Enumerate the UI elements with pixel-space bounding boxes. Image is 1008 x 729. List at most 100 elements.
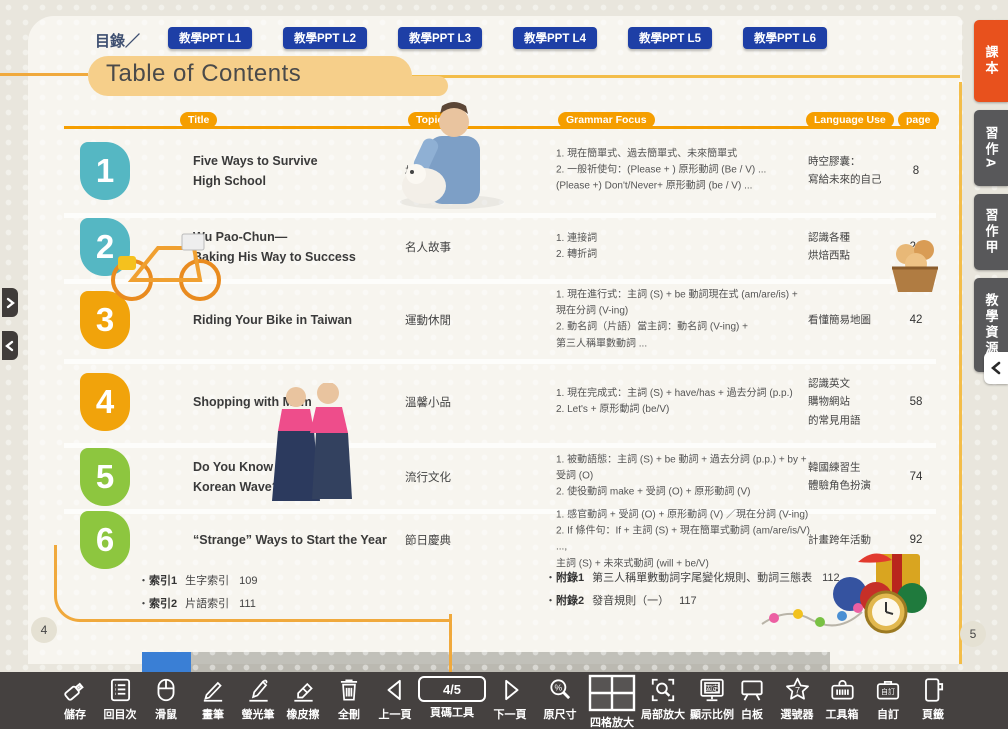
custom-box-icon: 自訂 bbox=[874, 676, 902, 704]
ebook-reader: Table of Contents 目錄／ 教學PPT L1 教學PPT L2 … bbox=[0, 0, 1008, 729]
sidebar-tab-textbook[interactable]: 課本 bbox=[974, 20, 1008, 102]
whiteboard-button[interactable]: 白板 bbox=[738, 676, 766, 722]
appendix-label: 附錄2 bbox=[556, 595, 584, 607]
display-ratio-button[interactable]: 固定 顯示比例 bbox=[690, 676, 734, 722]
unit-row-5[interactable]: 5 Do You Know About the Korean Wave? 流行文… bbox=[28, 446, 962, 508]
fixed-ratio-monitor-icon: 固定 bbox=[698, 676, 726, 704]
triangle-left-icon bbox=[381, 676, 409, 704]
delete-all-button[interactable]: 全刪 bbox=[335, 676, 363, 722]
toolbox-icon bbox=[828, 676, 856, 704]
unit-row-3[interactable]: 3 Riding Your Bike in Taiwan 運動休閒 1. 現在進… bbox=[28, 282, 962, 358]
unit-title: Five Ways to Survive High School bbox=[193, 151, 398, 191]
chevron-left-icon bbox=[5, 340, 15, 352]
column-header-page: page bbox=[898, 112, 939, 128]
column-header-language-use: Language Use bbox=[806, 112, 894, 128]
unit-title: Shopping with Mom bbox=[193, 392, 398, 412]
zoom-percent-icon: % bbox=[546, 676, 574, 704]
right-page-number: 5 bbox=[960, 621, 986, 647]
unit-number-badge: 3 bbox=[80, 291, 130, 349]
column-header-title: Title bbox=[180, 112, 217, 128]
pencil-icon bbox=[199, 676, 227, 704]
pen-tool-button[interactable]: 畫筆 bbox=[199, 676, 227, 722]
highlighter-icon bbox=[244, 676, 272, 704]
expand-right-arrow-button[interactable] bbox=[2, 288, 18, 317]
custom-button[interactable]: 自訂 自訂 bbox=[874, 676, 902, 722]
unit-number-badge: 5 bbox=[80, 448, 130, 506]
unit-language-use: 時空膠囊： 寫給未來的自己 bbox=[808, 153, 904, 190]
left-page-number: 4 bbox=[31, 617, 57, 643]
toolbox-button[interactable]: 工具箱 bbox=[826, 676, 859, 722]
unit-language-use: 韓國練習生 體驗角色扮演 bbox=[808, 459, 904, 496]
page-tab-button[interactable]: 頁籤 bbox=[919, 676, 947, 722]
ppt-button-l1[interactable]: 教學PPT L1 bbox=[168, 27, 252, 49]
unit-topic: 溫馨小品 bbox=[405, 394, 525, 410]
appendix-page: 117 bbox=[679, 595, 697, 607]
column-header-grammar: Grammar Focus bbox=[558, 112, 655, 128]
unit-topic: 流行文化 bbox=[405, 469, 525, 485]
save-button[interactable]: 儲存 bbox=[61, 676, 89, 722]
triangle-right-icon bbox=[496, 676, 524, 704]
page-frame-corner bbox=[54, 545, 452, 622]
sidebar-collapse-button[interactable] bbox=[984, 352, 1008, 384]
highlighter-tool-button[interactable]: 螢光筆 bbox=[242, 676, 275, 722]
unit-topic: 運動休閒 bbox=[405, 312, 525, 328]
svg-text:固定: 固定 bbox=[705, 684, 719, 693]
appendix-page: 112 bbox=[822, 572, 840, 584]
ppt-button-l6[interactable]: 教學PPT L6 bbox=[743, 27, 827, 49]
appendix-label: 附錄1 bbox=[556, 572, 584, 584]
toc-breadcrumb: 目錄／ bbox=[95, 30, 140, 51]
svg-text:%: % bbox=[554, 682, 562, 692]
table-of-contents-icon bbox=[106, 676, 134, 704]
eraser-tool-button[interactable]: 橡皮擦 bbox=[287, 676, 320, 722]
page-indicator[interactable]: 4/5 bbox=[418, 676, 486, 702]
unit-title: Wu Pao-Chun— Baking His Way to Success bbox=[193, 227, 398, 267]
unit-grammar-focus: 1. 現在簡單式、過去簡單式、未來簡單式 2. 一般祈使句：(Please + … bbox=[556, 147, 818, 196]
unit-page-number: 74 bbox=[896, 471, 936, 483]
four-pane-grid-icon bbox=[588, 674, 636, 712]
unit-page-number: 42 bbox=[896, 314, 936, 326]
eraser-icon bbox=[289, 676, 317, 704]
sidebar-tab-workbook-a[interactable]: 習作A bbox=[974, 110, 1008, 186]
number-picker-button[interactable]: 7 選號器 bbox=[781, 676, 814, 722]
unit-language-use: 看懂簡易地圖 bbox=[808, 311, 904, 329]
collapse-left-arrow-button[interactable] bbox=[2, 331, 18, 360]
unit-grammar-focus: 1. 感官動詞 + 受詞 (O) + 原形動詞 (V) ／現在分詞 (V-ing… bbox=[556, 508, 818, 573]
ppt-button-l5[interactable]: 教學PPT L5 bbox=[628, 27, 712, 49]
unit-page-number: 8 bbox=[896, 165, 936, 177]
unit-language-use: 計畫跨年活動 bbox=[808, 531, 904, 549]
unit-language-use: 認識各種 烘焙西點 bbox=[808, 229, 904, 266]
usb-drive-icon bbox=[61, 676, 89, 704]
page-title: Table of Contents bbox=[106, 60, 301, 88]
unit-number-badge: 1 bbox=[80, 142, 130, 200]
page-number-tool[interactable]: 4/5 頁碼工具 bbox=[418, 676, 486, 720]
svg-text:自訂: 自訂 bbox=[881, 687, 895, 696]
next-page-button[interactable]: 下一頁 bbox=[494, 676, 527, 722]
ppt-button-l4[interactable]: 教學PPT L4 bbox=[513, 27, 597, 49]
partial-zoom-button[interactable]: 局部放大 bbox=[641, 676, 685, 722]
appendix-note-1: ・附錄1第三人稱單數動詞字尾變化規則、動詞三態表112 bbox=[545, 569, 840, 585]
appendix-text: 發音規則（一） bbox=[592, 595, 669, 607]
appendix-note-2: ・附錄2 發音規則（一） 117 bbox=[545, 592, 697, 608]
previous-page-button[interactable]: 上一頁 bbox=[379, 676, 412, 722]
bottom-toolbar: 儲存 回目次 滑鼠 畫筆 螢光筆 橡皮擦 全刪 上一頁 bbox=[0, 672, 1008, 729]
unit-grammar-focus: 1. 連接詞 2. 轉折詞 bbox=[556, 231, 818, 263]
back-to-toc-button[interactable]: 回目次 bbox=[104, 676, 137, 722]
page-right-edge-line bbox=[959, 82, 962, 664]
unit-language-use: 認識英文 購物網站 的常見用語 bbox=[808, 374, 904, 429]
unit-title: Do You Know About the Korean Wave? bbox=[193, 457, 398, 497]
unit-topic: 名人故事 bbox=[405, 239, 525, 255]
unit-row-1[interactable]: 1 Five Ways to Survive High School 校園生活 … bbox=[28, 129, 962, 213]
unit-row-2[interactable]: 2 Wu Pao-Chun— Baking His Way to Success… bbox=[28, 216, 962, 278]
bullet: ・ bbox=[545, 572, 556, 584]
sidebar-tab-workbook-jia[interactable]: 習作甲 bbox=[974, 194, 1008, 270]
unit-title: Riding Your Bike in Taiwan bbox=[193, 310, 398, 330]
ppt-button-l3[interactable]: 教學PPT L3 bbox=[398, 27, 482, 49]
column-header-topic: Topic bbox=[408, 112, 451, 128]
unit-row-4[interactable]: 4 Shopping with Mom 溫馨小品 1. 現在完成式：主詞 (S)… bbox=[28, 362, 962, 442]
mouse-tool-button[interactable]: 滑鼠 bbox=[152, 676, 180, 722]
bullet: ・ bbox=[545, 595, 556, 607]
whiteboard-icon bbox=[738, 676, 766, 704]
original-size-button[interactable]: % 原尺寸 bbox=[544, 676, 577, 722]
ppt-button-l2[interactable]: 教學PPT L2 bbox=[283, 27, 367, 49]
four-pane-zoom-button[interactable]: 四格放大 bbox=[588, 674, 636, 729]
